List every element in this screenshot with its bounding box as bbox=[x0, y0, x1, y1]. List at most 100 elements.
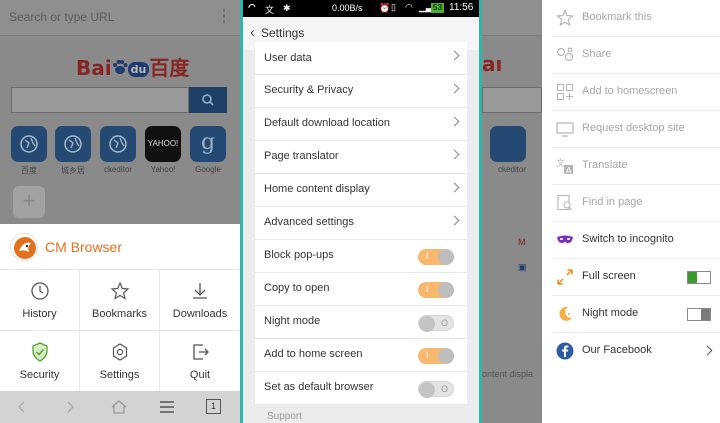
globe-icon bbox=[109, 135, 127, 153]
row-label: Copy to open bbox=[264, 282, 330, 294]
back-arrow-icon[interactable] bbox=[14, 399, 30, 415]
svg-text:文: 文 bbox=[556, 157, 565, 169]
translate-status-icon: 文 bbox=[265, 5, 275, 15]
menu-item-label: Translate bbox=[582, 159, 628, 171]
menu-item-full-screen[interactable]: Full screen bbox=[552, 259, 720, 296]
section-header-support: Support bbox=[267, 411, 303, 422]
menu-item-label: Night mode bbox=[582, 307, 639, 319]
settings-row-block-popups: Block pop-ups I bbox=[255, 240, 467, 273]
menu-item-translate[interactable]: 文A Translate bbox=[552, 148, 720, 185]
bluetooth-icon: ✱ bbox=[283, 3, 291, 13]
row-label: Home content display bbox=[264, 183, 370, 195]
browser-overflow-screen: aı ckeditor M ▣ ontent displa Bookmark t… bbox=[482, 0, 720, 423]
row-label: Default download location bbox=[264, 117, 390, 129]
row-label: Page translator bbox=[264, 150, 339, 162]
night-mode-toggle[interactable]: O bbox=[418, 315, 454, 332]
forward-arrow-icon[interactable] bbox=[62, 399, 78, 415]
menu-bookmarks[interactable]: Bookmarks bbox=[80, 269, 160, 330]
yahoo-logo: YAHOO! bbox=[145, 126, 181, 162]
menu-downloads[interactable]: Downloads bbox=[160, 269, 240, 330]
overflow-menu-icon[interactable]: ⋮ bbox=[216, 6, 232, 26]
menu-item-desktop-site[interactable]: Request desktop site bbox=[552, 111, 720, 148]
network-speed: 0.00B/s bbox=[332, 3, 363, 13]
chevron-right-icon bbox=[449, 215, 460, 226]
search-icon bbox=[557, 194, 573, 211]
chevron-right-icon bbox=[702, 345, 713, 356]
page-title: Settings bbox=[261, 26, 305, 40]
svg-text:A: A bbox=[566, 166, 572, 175]
menu-quit-label: Quit bbox=[189, 369, 211, 381]
row-label: Block pop-ups bbox=[264, 249, 334, 261]
tabs-count-button[interactable]: 1 bbox=[206, 399, 221, 414]
shield-icon bbox=[31, 342, 48, 362]
globe-icon bbox=[20, 135, 38, 153]
menu-item-our-facebook[interactable]: Our Facebook bbox=[552, 333, 720, 370]
menu-item-find-in-page[interactable]: Find in page bbox=[552, 185, 720, 222]
dimmed-page-background: aı ckeditor M ▣ ontent displa bbox=[482, 0, 542, 423]
menu-item-share[interactable]: Share bbox=[552, 37, 720, 74]
copy-to-open-toggle[interactable]: I bbox=[418, 282, 454, 298]
night-mode-toggle[interactable] bbox=[687, 308, 711, 321]
brand-name: CM Browser bbox=[45, 239, 123, 255]
facebook-icon bbox=[556, 342, 574, 360]
menu-security[interactable]: Security bbox=[0, 330, 80, 391]
menu-item-incognito[interactable]: Switch to incognito bbox=[552, 222, 720, 259]
url-placeholder: Search or type URL bbox=[9, 10, 115, 24]
row-label: Advanced settings bbox=[264, 216, 354, 228]
menu-item-label: Full screen bbox=[582, 270, 636, 282]
mask-icon bbox=[557, 235, 573, 244]
baidu-search-button[interactable] bbox=[189, 87, 227, 113]
add-home-screen-toggle[interactable]: I bbox=[418, 348, 454, 364]
speed-dial-tile[interactable]: YAHOO! bbox=[145, 126, 181, 162]
chevron-right-icon bbox=[449, 182, 460, 193]
menu-settings[interactable]: Settings bbox=[80, 330, 160, 391]
menu-item-label: Switch to incognito bbox=[582, 233, 674, 245]
menu-item-label: Share bbox=[582, 48, 612, 60]
add-tile-button[interactable]: + bbox=[13, 186, 45, 218]
settings-row-home-content[interactable]: Home content display bbox=[255, 174, 467, 207]
default-browser-toggle[interactable]: O bbox=[418, 381, 454, 398]
alarm-icon: ⏰ bbox=[379, 3, 391, 13]
speed-dial-tile[interactable] bbox=[100, 126, 136, 162]
search-icon bbox=[202, 94, 214, 106]
baidu-logo-du: du bbox=[127, 62, 150, 77]
hamburger-menu-icon[interactable] bbox=[158, 399, 176, 415]
menu-item-label: Request desktop site bbox=[582, 122, 685, 134]
settings-row-advanced[interactable]: Advanced settings bbox=[255, 207, 467, 240]
menu-item-night-mode[interactable]: Night mode bbox=[552, 296, 720, 333]
back-chevron-icon[interactable]: ‹ bbox=[250, 24, 255, 41]
baidu-logo: Bai du 百度 bbox=[76, 52, 189, 81]
baidu-logo-left: Bai bbox=[76, 56, 112, 80]
address-bar[interactable]: Search or type URL ⋮ bbox=[0, 0, 240, 36]
baidu-search-input[interactable] bbox=[11, 87, 189, 113]
speed-dial-tile[interactable]: g bbox=[190, 126, 226, 162]
home-icon[interactable] bbox=[110, 398, 128, 416]
gear-icon bbox=[112, 343, 127, 361]
row-label: User data bbox=[264, 52, 312, 64]
menu-item-add-homescreen[interactable]: Add to homescreen bbox=[552, 74, 720, 111]
settings-screen-frame: 文 ✱ 0.00B/s ⏰ ▯ ◠ ▁▃▅ 53 11:56 ‹ Setting… bbox=[240, 0, 482, 423]
monitor-icon bbox=[556, 122, 574, 137]
settings-screen: 文 ✱ 0.00B/s ⏰ ▯ ◠ ▁▃▅ 53 11:56 ‹ Setting… bbox=[243, 0, 479, 423]
content-display-fragment: ontent displa bbox=[482, 369, 534, 379]
menu-downloads-label: Downloads bbox=[172, 308, 228, 320]
settings-row-page-translator[interactable]: Page translator bbox=[255, 141, 467, 174]
full-screen-toggle[interactable] bbox=[687, 271, 711, 284]
tile-label: ckeditor bbox=[103, 165, 132, 174]
menu-item-bookmark-this[interactable]: Bookmark this bbox=[552, 0, 720, 37]
speed-dial-tile[interactable] bbox=[55, 126, 91, 162]
menu-history[interactable]: History bbox=[0, 269, 80, 330]
settings-row-default-browser: Set as default browser O bbox=[255, 372, 467, 405]
row-label: Security & Privacy bbox=[264, 84, 354, 96]
settings-row-download-location[interactable]: Default download location bbox=[255, 108, 467, 141]
settings-row-security-privacy[interactable]: Security & Privacy bbox=[255, 75, 467, 108]
menu-quit[interactable]: Quit bbox=[160, 330, 240, 391]
settings-row-user-data[interactable]: User data bbox=[255, 42, 467, 75]
baidu-logo-right: 百度 bbox=[149, 56, 190, 80]
speed-dial-tile[interactable] bbox=[11, 126, 47, 162]
block-popups-toggle[interactable]: I bbox=[418, 249, 454, 265]
add-to-home-icon bbox=[557, 84, 573, 100]
share-icon bbox=[556, 47, 574, 62]
status-bar: 文 ✱ 0.00B/s ⏰ ▯ ◠ ▁▃▅ 53 11:56 bbox=[243, 0, 479, 17]
brand-header: CM Browser bbox=[10, 233, 160, 263]
